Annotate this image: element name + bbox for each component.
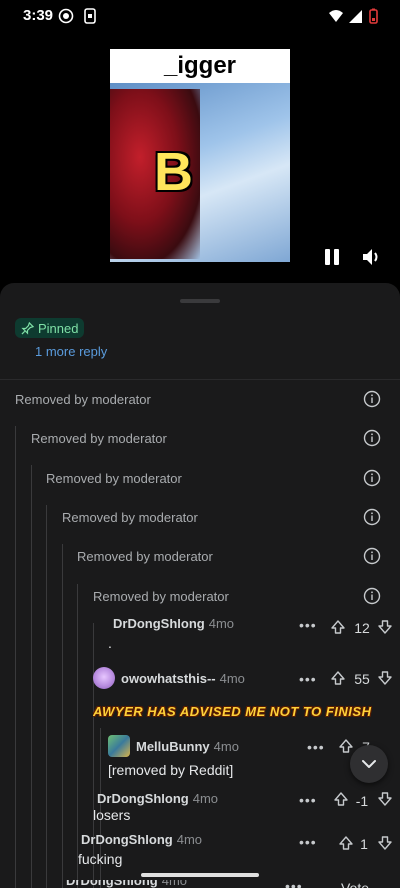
- comment-text: fucking: [78, 851, 123, 867]
- removed-comment: Removed by moderator: [31, 430, 167, 446]
- upvote-arrow-icon[interactable]: [330, 619, 346, 635]
- comment-header: DrDongShlong 4mo: [113, 619, 234, 631]
- vote-count: 12: [354, 620, 370, 636]
- comment-username[interactable]: DrDongShlong: [81, 835, 173, 847]
- volume-icon[interactable]: [360, 246, 382, 268]
- media-record-icon: [58, 8, 74, 24]
- upvote-arrow-icon[interactable]: [330, 670, 346, 686]
- info-icon[interactable]: [363, 587, 381, 605]
- downvote-arrow-icon[interactable]: [377, 835, 393, 851]
- more-dots-icon[interactable]: •••: [299, 671, 317, 687]
- scroll-down-button[interactable]: [350, 745, 388, 783]
- comment-header: DrDongShlong 4mo: [97, 794, 218, 806]
- comments-sheet[interactable]: Pinned 1 more reply Removed by moderator…: [0, 283, 400, 888]
- comment-text: [removed by Reddit]: [108, 762, 234, 778]
- video-overlay-letter: B: [154, 142, 193, 202]
- removed-comment: Removed by moderator: [62, 509, 198, 525]
- comment-age: 4mo: [208, 619, 235, 631]
- more-dots-icon[interactable]: •••: [299, 792, 317, 808]
- comment-username[interactable]: DrDongShlong: [97, 794, 189, 806]
- info-icon[interactable]: [363, 429, 381, 447]
- vote-count: 1: [360, 836, 368, 852]
- comment-header: owowhatsthis-- 4mo: [93, 667, 245, 689]
- thread-line: [93, 623, 94, 888]
- comment-header: MelluBunny 4mo: [108, 735, 239, 757]
- downvote-arrow-icon[interactable]: [377, 670, 393, 686]
- removed-comment: Removed by moderator: [15, 391, 151, 407]
- info-icon[interactable]: [363, 547, 381, 565]
- battery-low-icon: [369, 8, 378, 24]
- info-icon[interactable]: [363, 390, 381, 408]
- pinned-label: Pinned: [38, 320, 79, 336]
- more-dots-icon[interactable]: •••: [299, 834, 317, 850]
- removed-comment: Removed by moderator: [77, 548, 213, 564]
- thread-line: [46, 505, 47, 888]
- comment-age: 4mo: [213, 738, 239, 754]
- downvote-arrow-icon[interactable]: [377, 619, 393, 635]
- comment-age: 4mo: [176, 835, 203, 847]
- video-caption: _igger: [163, 52, 237, 79]
- pause-icon[interactable]: [322, 247, 342, 267]
- comment-text: losers: [93, 807, 131, 823]
- removed-comment: Removed by moderator: [93, 588, 229, 604]
- comment-username[interactable]: owowhatsthis--: [121, 671, 216, 686]
- comment-header: DrDongShlong 4mo: [81, 835, 202, 847]
- removed-comment: Removed by moderator: [46, 470, 182, 486]
- video-frame: _igger B: [110, 49, 290, 262]
- video-player[interactable]: _igger B: [0, 32, 400, 282]
- avatar[interactable]: [108, 735, 130, 757]
- info-icon[interactable]: [363, 469, 381, 487]
- info-icon[interactable]: [363, 508, 381, 526]
- thread-line: [15, 426, 16, 888]
- comment-username[interactable]: DrDongShlong: [113, 619, 205, 631]
- more-dots-icon[interactable]: •••: [299, 617, 317, 633]
- comment-header: DrDongShlong 4mo: [66, 880, 187, 888]
- comment-age: 4mo: [192, 794, 219, 806]
- comment-text: .: [108, 635, 112, 651]
- wifi-icon: [329, 10, 343, 22]
- thread-line: [62, 544, 63, 888]
- more-dots-icon[interactable]: •••: [285, 878, 303, 888]
- comment-image-text: AWYER HAS ADVISED ME NOT TO FINISH: [93, 704, 372, 719]
- upvote-arrow-icon[interactable]: [333, 791, 349, 807]
- more-dots-icon[interactable]: •••: [307, 739, 325, 755]
- thread-line: [77, 584, 78, 888]
- upvote-arrow-icon[interactable]: [338, 738, 354, 754]
- more-reply-link[interactable]: 1 more reply: [35, 344, 107, 359]
- vote-count: 55: [354, 671, 370, 687]
- chevron-down-icon: [362, 760, 376, 768]
- vote-count: Vote: [340, 880, 370, 888]
- vote-count: -1: [355, 793, 369, 809]
- home-indicator[interactable]: [141, 873, 259, 877]
- comment-age: 4mo: [219, 670, 245, 686]
- pinned-badge: Pinned: [15, 318, 85, 338]
- avatar[interactable]: [93, 667, 115, 689]
- downvote-arrow-icon[interactable]: [377, 791, 393, 807]
- comment-username[interactable]: DrDongShlong: [66, 880, 158, 888]
- cellular-signal-icon: [349, 10, 362, 23]
- status-time: 3:39: [23, 7, 54, 24]
- section-divider: [0, 379, 400, 380]
- thread-line: [31, 465, 32, 888]
- comment-username[interactable]: MelluBunny: [136, 739, 210, 754]
- status-bar: 3:39: [0, 0, 400, 32]
- phone-screenshot-icon: [84, 8, 96, 24]
- video-caption-bar: _igger: [110, 49, 290, 83]
- comment-age: 4mo: [161, 880, 188, 888]
- sheet-drag-handle[interactable]: [180, 299, 220, 303]
- pin-icon: [21, 321, 34, 335]
